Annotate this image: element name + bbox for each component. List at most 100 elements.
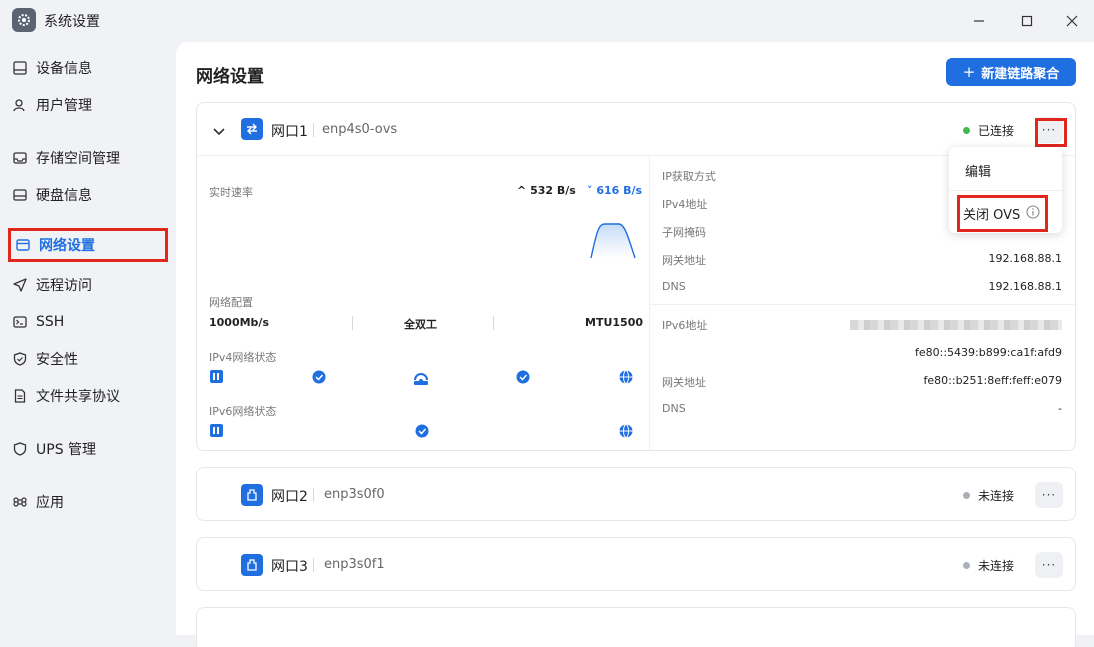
link-speed: 1000Mb/s	[209, 316, 270, 329]
sidebar-item-ups[interactable]: UPS 管理	[8, 432, 168, 466]
ipv6-label: IPv6地址	[662, 319, 708, 332]
user-icon	[12, 97, 28, 113]
status-dot	[963, 492, 970, 499]
dns-label: DNS	[662, 280, 686, 293]
ethernet-port-icon	[241, 484, 263, 506]
new-link-aggregation-button[interactable]: + 新建链路聚合	[946, 58, 1076, 86]
port-device: enp3s0f1	[324, 557, 385, 572]
sidebar-item-user-management[interactable]: 用户管理	[8, 88, 168, 122]
sidebar-item-apps[interactable]: 应用	[8, 485, 168, 519]
highlight-box	[1035, 118, 1067, 147]
sidebar-item-label: 远程访问	[36, 278, 92, 294]
disk-icon	[12, 187, 28, 203]
ipv4-status-label: IPv4网络状态	[209, 351, 277, 364]
sidebar-item-label: 设备信息	[36, 61, 92, 77]
port-card-header[interactable]: 网口1 enp4s0-ovs 已连接 ···	[197, 103, 1075, 155]
speed-chart	[590, 223, 636, 259]
sidebar-item-label: SSH	[36, 314, 65, 330]
sidebar-item-remote-access[interactable]: 远程访问	[8, 268, 168, 302]
divider	[313, 488, 314, 502]
close-button[interactable]	[1061, 10, 1083, 32]
sidebar-item-label: 用户管理	[36, 98, 92, 114]
device-icon	[12, 60, 28, 76]
gateway-label: 网关地址	[662, 254, 706, 267]
ethernet-port-icon	[241, 554, 263, 576]
window-title: 系统设置	[44, 14, 100, 30]
more-options-button[interactable]: ···	[1035, 482, 1063, 508]
ipv6-status-label: IPv6网络状态	[209, 405, 277, 418]
divider	[650, 304, 1077, 305]
network-icon	[15, 237, 31, 253]
divider	[949, 190, 1062, 191]
mtu: MTU1500	[585, 316, 643, 329]
sidebar-item-ssh[interactable]: SSH	[8, 305, 168, 339]
sidebar-item-network-settings[interactable]: 网络设置	[8, 228, 168, 262]
port-device: enp4s0-ovs	[322, 122, 398, 137]
dns6-label: DNS	[662, 402, 686, 415]
status-dot	[963, 562, 970, 569]
port-card-1: 网口1 enp4s0-ovs 已连接 ··· 实时速率 ^ 532 B/s ˅ …	[196, 102, 1077, 451]
port-card-2[interactable]: 网口2 enp3s0f0 未连接 ···	[196, 467, 1076, 521]
dns6-value: -	[1058, 402, 1062, 415]
divider	[352, 316, 353, 330]
status-badge: 未连接	[963, 487, 1014, 504]
title-bar: 系统设置	[0, 0, 1094, 42]
sidebar-item-label: 存储空间管理	[36, 151, 120, 167]
status-badge: 已连接	[963, 122, 1014, 139]
port-stats-panel: 实时速率 ^ 532 B/s ˅ 616 B/s 网络配置 1000Mb/s 全…	[197, 155, 649, 451]
minimize-button[interactable]	[968, 10, 990, 32]
dns-value: 192.168.88.1	[988, 280, 1062, 293]
port-options-menu: 编辑 关闭 OVS	[949, 147, 1062, 233]
sidebar-item-disk-info[interactable]: 硬盘信息	[8, 178, 168, 212]
command-icon	[12, 494, 28, 510]
port-device: enp3s0f0	[324, 487, 385, 502]
send-icon	[12, 277, 28, 293]
settings-gear-icon	[12, 8, 36, 32]
port-name: 网口3	[271, 559, 308, 575]
port-name: 网口1	[271, 124, 308, 140]
sidebar-item-security[interactable]: 安全性	[8, 342, 168, 376]
port-name: 网口2	[271, 489, 308, 505]
divider	[493, 316, 494, 330]
sidebar-item-storage[interactable]: 存储空间管理	[8, 141, 168, 175]
sidebar-item-label: 安全性	[36, 352, 78, 368]
terminal-icon	[12, 314, 28, 330]
divider	[313, 123, 314, 137]
more-options-button[interactable]: ···	[1035, 552, 1063, 578]
divider	[313, 558, 314, 572]
ups-shield-icon	[12, 441, 28, 457]
shield-icon	[12, 351, 28, 367]
port-card-3[interactable]: 网口3 enp3s0f1 未连接 ···	[196, 537, 1076, 591]
sidebar-item-device-info[interactable]: 设备信息	[8, 51, 168, 85]
sidebar-item-label: 文件共享协议	[36, 389, 120, 405]
blurred-ipv6-address	[850, 320, 1062, 330]
status-badge: 未连接	[963, 557, 1014, 574]
ipv4-status-diagram	[210, 370, 633, 385]
arrow-down-icon: ˅	[587, 184, 593, 197]
main-panel: 网络设置 + 新建链路聚合 网口1 enp4s0-ovs 已连接 ··· 实时速…	[176, 42, 1094, 647]
ipv6-status-diagram	[210, 424, 633, 438]
duplex-mode: 全双工	[404, 318, 437, 331]
maximize-button[interactable]	[1016, 10, 1038, 32]
chevron-down-icon[interactable]	[213, 122, 225, 141]
arrow-up-icon: ^	[517, 184, 527, 197]
gateway6-value: fe80::b251:8eff:feff:e079	[923, 374, 1062, 387]
sidebar-item-label: 硬盘信息	[36, 188, 92, 204]
sidebar-item-label: 应用	[36, 495, 64, 511]
port-connected-icon	[241, 118, 263, 140]
menu-item-edit[interactable]: 编辑	[965, 161, 991, 180]
network-config-label: 网络配置	[209, 296, 253, 309]
plus-icon: +	[962, 63, 976, 81]
sidebar-item-label: 网络设置	[39, 238, 95, 254]
sidebar-item-file-sharing[interactable]: 文件共享协议	[8, 379, 168, 413]
file-icon	[12, 388, 28, 404]
ipv6-value: fe80::5439:b899:ca1f:afd9	[914, 346, 1062, 359]
storage-icon	[12, 150, 28, 166]
highlight-box	[957, 195, 1048, 232]
sidebar-item-label: UPS 管理	[36, 442, 97, 458]
gateway6-label: 网关地址	[662, 376, 706, 389]
gateway-value: 192.168.88.1	[988, 252, 1062, 265]
download-speed: ˅ 616 B/s	[587, 184, 643, 197]
subnet-mask-label: 子网掩码	[662, 226, 706, 239]
speed-label: 实时速率	[209, 186, 253, 199]
